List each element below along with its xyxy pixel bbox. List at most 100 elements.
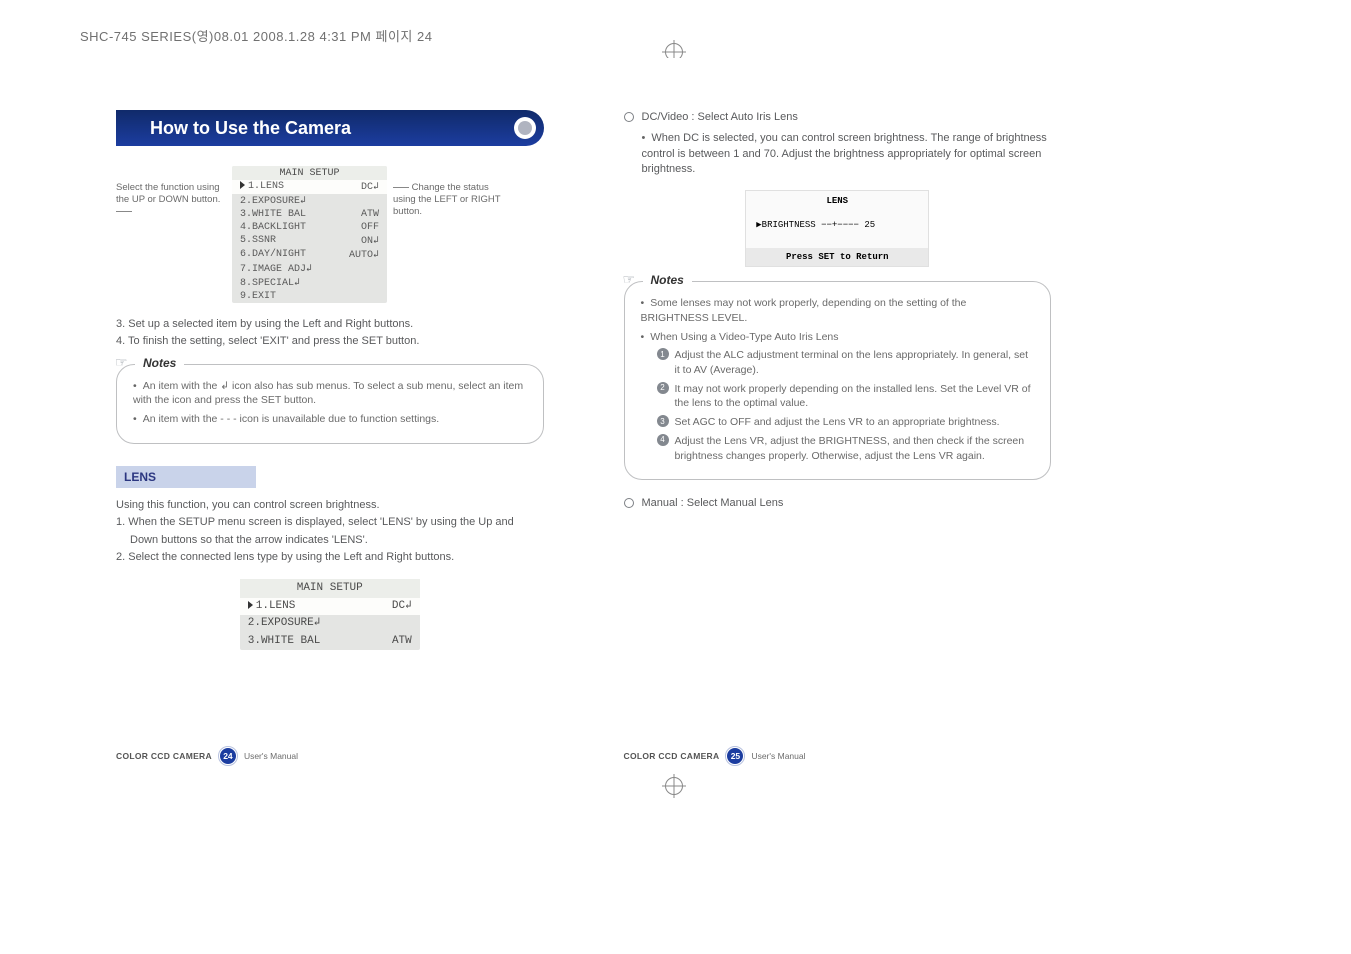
lens-step-2: 2. Select the connected lens type by usi…: [116, 550, 544, 565]
dc-video-heading-row: DC/Video : Select Auto Iris Lens: [624, 110, 1052, 125]
lens-heading: LENS: [116, 466, 256, 488]
note-item: Some lenses may not work properly, depen…: [641, 296, 1035, 325]
menu-row: 4.BACKLIGHT OFF: [232, 221, 387, 234]
note-item: An item with the ↲ icon also has sub men…: [133, 379, 527, 408]
menu-label: 3.WHITE BAL: [248, 634, 321, 649]
ring-bullet-icon: [624, 112, 634, 122]
sub-item-text: It may not work properly depending on th…: [675, 382, 1035, 411]
mini-main-setup-menu: MAIN SETUP 1.LENSDC↲2.EXPOSURE↲3.WHITE B…: [240, 579, 420, 650]
right-page: DC/Video : Select Auto Iris Lens When DC…: [584, 58, 1076, 774]
lens-osd-return: Press SET to Return: [746, 248, 928, 267]
lens-osd-brightness: ▶BRIGHTNESS −−+−−−− 25: [746, 209, 928, 248]
note-item: When Using a Video-Type Auto Iris Lens: [641, 330, 1035, 345]
lens-step-1a: 1. When the SETUP menu screen is display…: [116, 515, 544, 530]
footer-text: User's Manual: [244, 751, 298, 761]
dc-video-desc-text: When DC is selected, you can control scr…: [642, 131, 1052, 177]
menu-row: 1.LENS DC↲: [240, 598, 420, 615]
page-number-wrap: 24: [218, 746, 238, 766]
ring-bullet-icon: [624, 498, 634, 508]
menu-value: DC↲: [392, 599, 412, 614]
menu-label: 3.WHITE BAL: [240, 209, 306, 220]
page-number-wrap: 25: [725, 746, 745, 766]
menu-label: 9.EXIT: [240, 291, 276, 302]
lens-osd-title: LENS: [746, 191, 928, 210]
notes-hand-icon: ☞: [623, 270, 636, 290]
step-3: 3. Set up a selected item by using the L…: [116, 317, 544, 332]
note-item: An item with the - - - icon is unavailab…: [133, 412, 527, 427]
footer-text: User's Manual: [751, 751, 805, 761]
circled-number-icon: 3: [657, 415, 669, 427]
main-setup-diagram: Select the function using the UP or DOWN…: [116, 166, 544, 303]
menu-label: 1.LENS: [248, 599, 296, 614]
notes-box: ☞ Notes An item with the ↲ icon also has…: [116, 364, 544, 444]
hint-left-text: Select the function using the UP or DOWN…: [116, 182, 220, 205]
menu-value: ATW: [361, 209, 379, 220]
brightness-label: ▶BRIGHTNESS: [756, 220, 815, 230]
title-bar-dot: [518, 121, 532, 135]
menu-value: AUTO↲: [349, 249, 379, 261]
menu-row: 3.WHITE BALATW: [240, 633, 420, 650]
brightness-value: 25: [864, 220, 875, 230]
menu-row: 2.EXPOSURE↲: [232, 194, 387, 208]
sub-item: 3 Set AGC to OFF and adjust the Lens VR t…: [657, 415, 1035, 430]
notes-label: Notes: [643, 272, 692, 289]
sub-item-text: Adjust the Lens VR, adjust the BRIGHTNES…: [675, 434, 1035, 463]
mini-menu-title: MAIN SETUP: [240, 579, 420, 597]
brightness-bar: −−+−−−−: [821, 220, 859, 230]
page-spread: How to Use the Camera Select the functio…: [92, 58, 1075, 774]
footer-brand: COLOR CCD CAMERA: [624, 751, 720, 761]
main-setup-menu: MAIN SETUP 1.LENS DC↲2.EXPOSURE↲3.WHITE B…: [232, 166, 387, 303]
hint-left: Select the function using the UP or DOWN…: [116, 166, 226, 218]
circled-number-icon: 2: [657, 382, 669, 394]
menu-row: 5.SSNR ON↲: [232, 234, 387, 248]
caret-icon: [248, 601, 253, 609]
menu-label: 6.DAY/NIGHT: [240, 249, 306, 261]
hint-right-text: Change the status using the LEFT or RIGH…: [393, 182, 500, 217]
menu-label: 7.IMAGE ADJ↲: [240, 263, 312, 275]
sub-item: 1Adjust the ALC adjustment terminal on t…: [657, 348, 1035, 377]
step-4: 4. To finish the setting, select 'EXIT' …: [116, 334, 544, 349]
page-number: 24: [220, 748, 236, 764]
hint-right: Change the status using the LEFT or RIGH…: [393, 166, 503, 218]
lens-section: Using this function, you can control scr…: [116, 498, 544, 650]
notes-hand-icon: ☞: [115, 353, 128, 373]
page-number: 25: [727, 748, 743, 764]
menu-value: DC↲: [361, 181, 379, 193]
dc-video-section: DC/Video : Select Auto Iris Lens When DC…: [624, 110, 1052, 512]
caret-icon: [240, 181, 245, 189]
numbered-sub-list: 1Adjust the ALC adjustment terminal on t…: [641, 348, 1035, 463]
menu-row: 8.SPECIAL↲: [232, 276, 387, 290]
lens-step-1b: Down buttons so that the arrow indicates…: [116, 533, 544, 548]
notes-box: ☞ Notes Some lenses may not work properl…: [624, 281, 1052, 480]
menu-value: ON↲: [361, 235, 379, 247]
menu-value: OFF: [361, 222, 379, 233]
crop-mark-bottom: [662, 774, 686, 798]
lens-intro: Using this function, you can control scr…: [116, 498, 544, 513]
dc-video-heading: DC/Video : Select Auto Iris Lens: [642, 110, 798, 125]
page-footer: COLOR CCD CAMERA 24 User's Manual: [92, 746, 584, 766]
notes-label: Notes: [135, 355, 184, 372]
manual-heading-row: Manual : Select Manual Lens: [624, 496, 1052, 511]
circled-number-icon: 4: [657, 434, 669, 446]
left-page: How to Use the Camera Select the functio…: [92, 58, 584, 774]
menu-label: 5.SSNR: [240, 235, 276, 247]
menu-title: MAIN SETUP: [232, 166, 387, 180]
sub-item-text: Adjust the ALC adjustment terminal on th…: [675, 348, 1035, 377]
dc-video-desc: When DC is selected, you can control scr…: [624, 131, 1052, 177]
sub-item-text: Set AGC to OFF and adjust the Lens VR to…: [675, 415, 1000, 430]
menu-label: 1.LENS: [240, 181, 284, 193]
document-header-info: SHC-745 SERIES(영)08.01 2008.1.28 4:31 PM…: [80, 26, 432, 45]
page-footer: COLOR CCD CAMERA 25 User's Manual: [584, 746, 1076, 766]
manual-heading: Manual : Select Manual Lens: [642, 496, 784, 511]
menu-label: 4.BACKLIGHT: [240, 222, 306, 233]
sub-item: 2 It may not work properly depending on t…: [657, 382, 1035, 411]
lens-osd-screen: LENS ▶BRIGHTNESS −−+−−−− 25 Press SET to…: [745, 190, 929, 268]
section-title-bar: How to Use the Camera: [116, 110, 544, 146]
sub-item: 4 Adjust the Lens VR, adjust the BRIGHTNE…: [657, 434, 1035, 463]
menu-label: 8.SPECIAL↲: [240, 277, 300, 289]
menu-row: 9.EXIT: [232, 290, 387, 303]
menu-row: 7.IMAGE ADJ↲: [232, 262, 387, 276]
menu-row: 3.WHITE BAL ATW: [232, 208, 387, 221]
section-title: How to Use the Camera: [150, 118, 351, 139]
menu-row: 2.EXPOSURE↲: [240, 615, 420, 632]
